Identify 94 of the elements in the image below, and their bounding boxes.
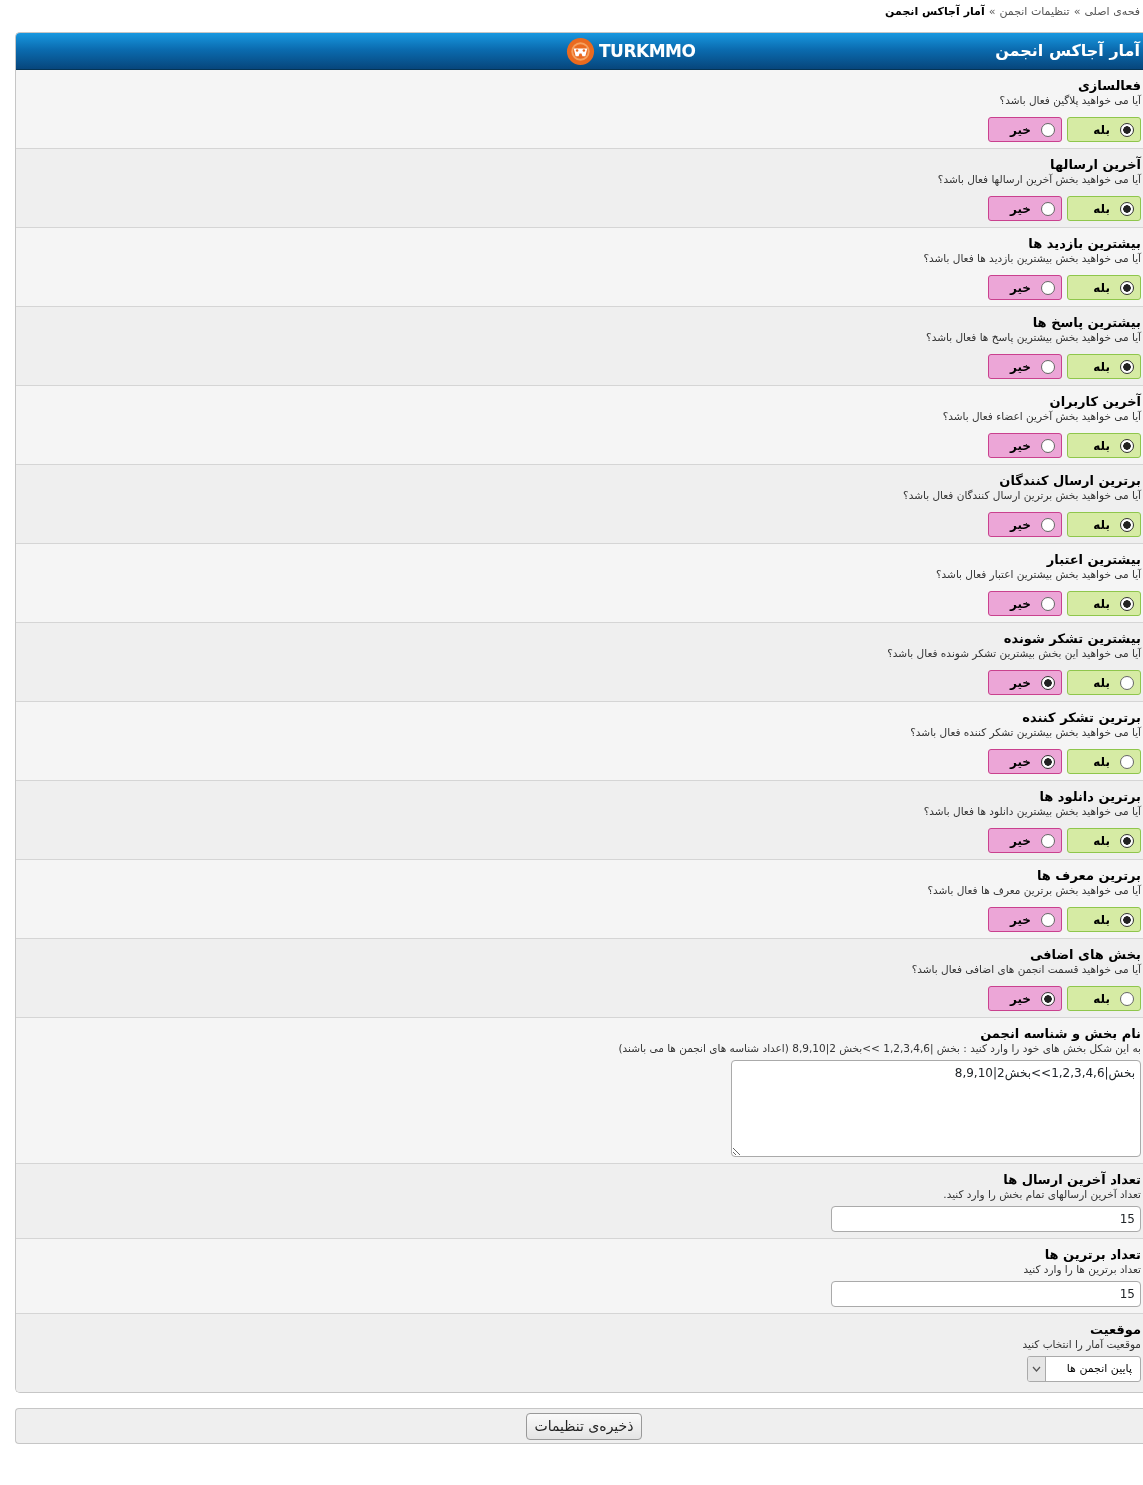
radio-button[interactable] bbox=[1041, 280, 1055, 295]
yes-option[interactable]: بله bbox=[1067, 591, 1141, 616]
yes-option[interactable]: بله bbox=[1067, 275, 1141, 300]
no-option[interactable]: خیر bbox=[988, 670, 1062, 695]
radio-button[interactable] bbox=[1120, 438, 1134, 453]
save-button[interactable]: ذخیره‌ی تنظیمات bbox=[525, 1412, 643, 1440]
radio-button[interactable] bbox=[1120, 517, 1134, 532]
yes-option[interactable]: بله bbox=[1067, 907, 1141, 932]
setting-title: نام بخش و شناسه انجمن bbox=[979, 1026, 1141, 1041]
yes-option[interactable]: بله bbox=[1067, 117, 1141, 142]
input-field[interactable]: 15 bbox=[831, 1281, 1141, 1307]
select-field[interactable]: پایین انجمن ها bbox=[1027, 1356, 1141, 1382]
breadcrumb-link[interactable]: فحه‌ی اصلی bbox=[1084, 4, 1140, 32]
setting-title: برترین دانلود ها bbox=[1038, 789, 1141, 804]
breadcrumb-link[interactable]: تنظیمات انجمن bbox=[999, 4, 1070, 32]
setting-description: آیا می خواهید قسمت انجمن های اضافی فعال باشد؟ bbox=[910, 962, 1141, 977]
radio-button[interactable] bbox=[1120, 596, 1134, 611]
setting-title: فعالسازی bbox=[1076, 78, 1141, 93]
no-option[interactable]: خیر bbox=[988, 117, 1062, 142]
radio-button[interactable] bbox=[1120, 280, 1134, 295]
no-option[interactable]: خیر bbox=[988, 354, 1062, 379]
no-option[interactable]: خیر bbox=[988, 433, 1062, 458]
caret-icon bbox=[1032, 1366, 1041, 1372]
no-option[interactable]: خیر bbox=[988, 828, 1062, 853]
setting-description: آیا می خواهید بخش بیشترین دانلود ها فعال باشد؟ bbox=[922, 804, 1141, 819]
setting-description: آیا می خواهید بخش بیشترین پاسخ ها فعال باشد؟ bbox=[925, 330, 1141, 345]
setting-description: آیا می خواهید بخش بیشترین اعتبار فعال باشد؟ bbox=[935, 567, 1141, 582]
setting-description: تعداد برترین ها را وارد کنید bbox=[1022, 1262, 1141, 1277]
no-option[interactable]: خیر bbox=[988, 275, 1062, 300]
yes-option[interactable]: بله bbox=[1067, 354, 1141, 379]
setting-description: آیا می خواهید بخش آخرین ارسالها فعال باشد؟ bbox=[936, 173, 1141, 187]
radio-button[interactable] bbox=[1120, 991, 1134, 1006]
radio-button[interactable] bbox=[1041, 596, 1055, 611]
radio-button[interactable] bbox=[1041, 833, 1055, 848]
setting-title: بخش های اضافی bbox=[1028, 947, 1141, 962]
setting-title: آخرین ارسالها bbox=[1050, 157, 1141, 172]
no-option[interactable]: خیر bbox=[988, 512, 1062, 537]
setting-description: موقعیت آمار را انتخاب کنید bbox=[1021, 1338, 1141, 1352]
setting-description: آیا می خواهید بخش آخرین اعضاء فعال باشد؟ bbox=[941, 410, 1141, 424]
radio-button[interactable] bbox=[1120, 833, 1134, 848]
radio-button[interactable] bbox=[1041, 517, 1055, 532]
setting-title: بیشترین پاسخ ها bbox=[1031, 315, 1141, 330]
radio-button[interactable] bbox=[1041, 912, 1055, 927]
setting-title: تعداد برترین ها bbox=[1043, 1247, 1141, 1262]
yes-option[interactable]: بله bbox=[1067, 433, 1141, 458]
no-option[interactable]: خیر bbox=[988, 196, 1062, 221]
yes-option[interactable]: بله bbox=[1067, 196, 1141, 221]
setting-title: آخرین کاربران bbox=[1049, 394, 1141, 409]
setting-title: موقعیت bbox=[1089, 1322, 1141, 1337]
radio-button[interactable] bbox=[1041, 201, 1055, 216]
setting-title: برترین ارسال کنندگان bbox=[998, 473, 1141, 488]
breadcrumb-separator: » bbox=[1073, 4, 1081, 20]
setting-description: آیا می خواهید بخش بیشترین بازدید ها فعال باشد؟ bbox=[922, 251, 1141, 266]
radio-button[interactable] bbox=[1120, 201, 1134, 216]
no-option[interactable]: خیر bbox=[988, 907, 1062, 932]
input-field[interactable]: 15 bbox=[831, 1206, 1141, 1232]
radio-button[interactable] bbox=[1041, 122, 1055, 137]
yes-option[interactable]: بله bbox=[1067, 828, 1141, 853]
yes-option[interactable]: بله bbox=[1067, 670, 1141, 695]
logo-icon bbox=[565, 35, 596, 67]
setting-description: تعداد آخرین ارسالهای تمام بخش را وارد کنید. bbox=[942, 1187, 1141, 1202]
text-area[interactable]: بخش|1,2,3,4,6>>بخش2|8,9,10 bbox=[731, 1060, 1141, 1157]
breadcrumb-current: آمار آجاکس انجمن bbox=[885, 4, 985, 20]
radio-button[interactable] bbox=[1041, 991, 1055, 1006]
no-option[interactable]: خیر bbox=[988, 591, 1062, 616]
setting-title: تعداد آخرین ارسال ها bbox=[1002, 1172, 1141, 1187]
setting-title: بیشترین اعتبار bbox=[1045, 552, 1141, 567]
setting-description: آیا می خواهید بخش برترین ارسال کنندگان فعال باشد؟ bbox=[902, 488, 1141, 503]
radio-button[interactable] bbox=[1120, 754, 1134, 769]
radio-button[interactable] bbox=[1041, 359, 1055, 374]
breadcrumb-separator: » bbox=[988, 4, 996, 20]
setting-description: به این شکل بخش های خود را وارد کنید : بخش |1,2,3,4,6 >>بخش 2|8,9,10 (اعداد شناسه های انجمن ها می باشند) bbox=[617, 1042, 1141, 1056]
yes-option[interactable]: بله bbox=[1067, 512, 1141, 537]
setting-title: بیشترین تشکر شونده bbox=[1002, 631, 1141, 646]
setting-title: برترین معرف ها bbox=[1035, 868, 1141, 883]
radio-button[interactable] bbox=[1120, 912, 1134, 927]
setting-title: بیشترین بازدید ها bbox=[1027, 236, 1141, 251]
setting-description: آیا می خواهید پلاگین فعال باشد؟ bbox=[998, 93, 1141, 108]
radio-button[interactable] bbox=[1120, 675, 1134, 690]
yes-option[interactable]: بله bbox=[1067, 749, 1141, 774]
no-option[interactable]: خیر bbox=[988, 749, 1062, 774]
radio-button[interactable] bbox=[1120, 359, 1134, 374]
panel-title: آمار آجاکس انجمن bbox=[995, 40, 1140, 62]
no-option[interactable]: خیر bbox=[988, 986, 1062, 1011]
logo-text: TURKMMO bbox=[599, 41, 696, 61]
yes-option[interactable]: بله bbox=[1067, 986, 1141, 1011]
setting-description: آیا می خواهید بخش برترین معرف ها فعال باشد؟ bbox=[926, 883, 1141, 898]
setting-description: آیا می خواهید بخش بیشترین تشکر کننده فعال باشد؟ bbox=[909, 725, 1141, 740]
radio-button[interactable] bbox=[1041, 438, 1055, 453]
radio-button[interactable] bbox=[1041, 754, 1055, 769]
setting-title: برترین تشکر کننده bbox=[1021, 710, 1141, 725]
radio-button[interactable] bbox=[1041, 675, 1055, 690]
setting-description: آیا می خواهید این بخش بیشترین تشکر شونده فعال باشد؟ bbox=[886, 646, 1141, 661]
radio-button[interactable] bbox=[1120, 122, 1134, 137]
